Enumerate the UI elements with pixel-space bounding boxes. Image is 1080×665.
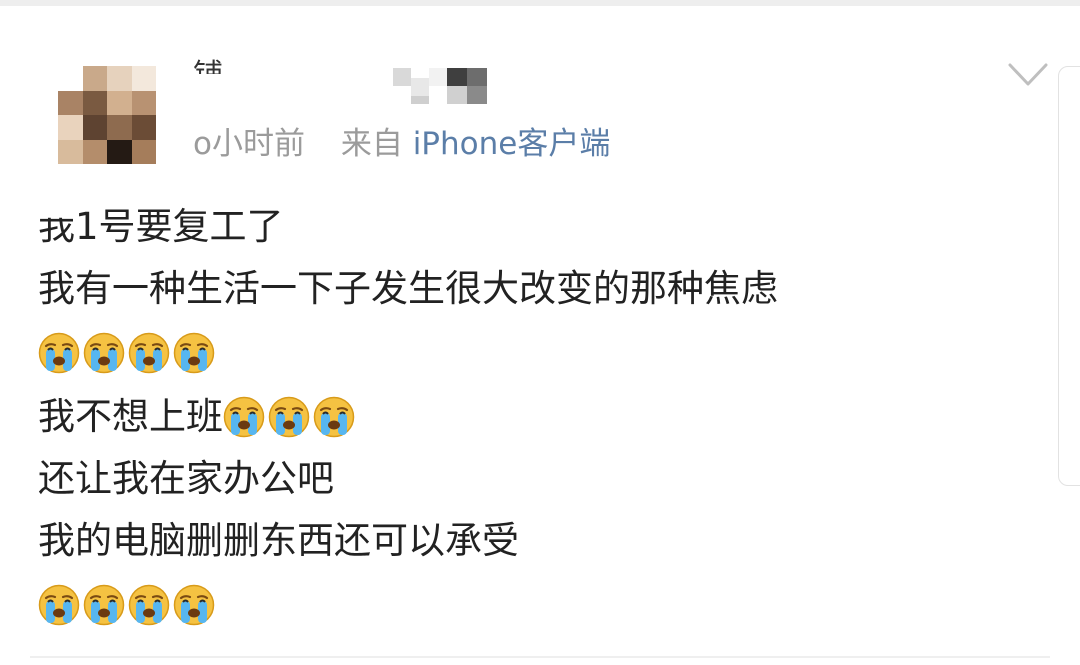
source-prefix: 来自	[340, 126, 403, 162]
bottom-divider	[30, 656, 1050, 658]
crying-face-emoji	[268, 396, 310, 438]
post-body: 我 1号要复工了 我有一种生活一下子发生很大改变的那种焦虑 我不想上班 还让我在家…	[38, 196, 1038, 638]
side-card-edge	[1058, 66, 1080, 486]
post-line-6: 我的电脑删删东西还可以承受	[38, 519, 519, 562]
top-divider	[0, 0, 1080, 6]
post-line-4-text: 我不想上班	[38, 395, 223, 438]
post-line-2: 我有一种生活一下子发生很大改变的那种焦虑	[38, 267, 778, 310]
crying-face-emoji	[173, 332, 215, 374]
crying-face-emoji	[128, 584, 170, 626]
emoji-row-1	[38, 320, 1038, 386]
post-line-1-cropped-char: 我	[38, 205, 75, 248]
post-time: o小时前	[193, 126, 305, 162]
crying-face-emoji	[83, 584, 125, 626]
crying-face-emoji	[173, 584, 215, 626]
emoji-row-2	[38, 572, 1038, 638]
post-line-1-text: 1号要复工了	[75, 205, 284, 248]
source-link[interactable]: iPhone客户端	[413, 126, 611, 162]
post-meta: o小时前 来自 iPhone客户端	[193, 122, 610, 166]
post-line-4: 我不想上班	[38, 386, 1038, 448]
crying-face-emoji	[128, 332, 170, 374]
avatar[interactable]	[58, 66, 156, 164]
crying-face-emoji	[313, 396, 355, 438]
crying-face-emoji	[223, 396, 265, 438]
crying-face-emoji	[83, 332, 125, 374]
post-line-1: 我 1号要复工了	[38, 196, 1038, 258]
username-partial-text: 铺	[193, 58, 223, 93]
chevron-down-icon[interactable]	[1008, 62, 1048, 88]
crying-face-emoji	[38, 332, 80, 374]
post-line-5: 还让我在家办公吧	[38, 457, 334, 500]
crying-face-emoji	[38, 584, 80, 626]
